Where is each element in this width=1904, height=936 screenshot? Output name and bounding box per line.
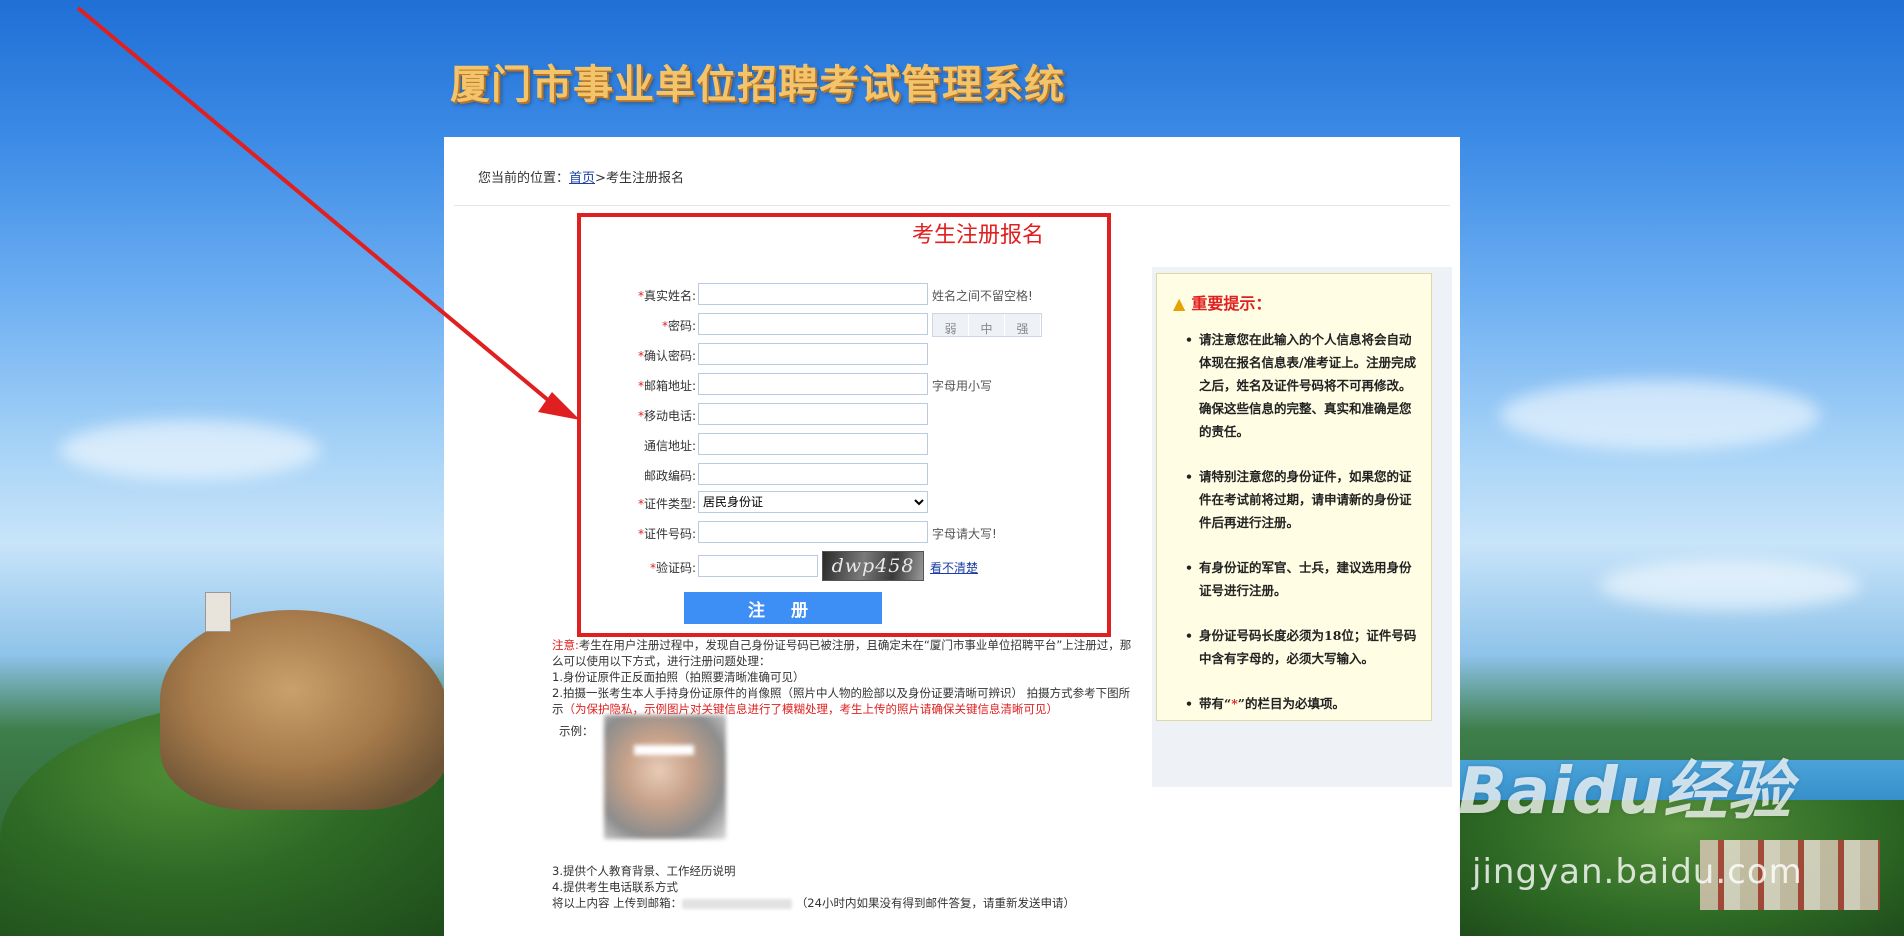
upload-suffix: （24小时内如果没有得到邮件答复，请重新发送申请） — [795, 896, 1075, 910]
postcode-label: 邮政编码: — [643, 469, 696, 483]
captcha-label: 验证码: — [655, 561, 696, 575]
mobile-input[interactable] — [698, 403, 928, 425]
tips-title: ▲ 重要提示： — [1173, 290, 1271, 314]
email-hint: 字母用小写 — [932, 379, 993, 393]
notes-intro: 考生在用户注册过程中，发现自己身份证号码已被注册，且确定未在“厦门市事业单位招聘… — [552, 638, 1132, 668]
notes-item-4: 4.提供考生电话联系方式 — [552, 880, 678, 894]
site-title: 厦门市事业单位招聘考试管理系统 — [450, 62, 1065, 108]
breadcrumb-separator: > — [595, 171, 606, 186]
email-input[interactable] — [698, 373, 928, 395]
strength-weak: 弱 — [933, 314, 969, 336]
background-cloud — [60, 420, 320, 480]
captcha-input[interactable] — [698, 555, 818, 577]
id-type-select[interactable]: 居民身份证 — [698, 491, 928, 513]
tip-item: 身份证号码长度必须为18位；证件号码中含有字母的，必须大写输入。 — [1185, 624, 1421, 670]
divider — [454, 205, 1450, 206]
id-type-label: 证件类型: — [643, 497, 696, 511]
email-label: 邮箱地址: — [643, 379, 696, 393]
tips-box: ▲ 重要提示： 请注意您在此输入的个人信息将会自动体现在报名信息表/准考证上。注册… — [1156, 273, 1432, 721]
background-rock — [160, 610, 450, 810]
address-input[interactable] — [698, 433, 928, 455]
breadcrumb-home-link[interactable]: 首页 — [569, 171, 595, 186]
name-input[interactable] — [698, 283, 928, 305]
password-confirm-input[interactable] — [698, 343, 928, 365]
tip-item: 请特别注意您的身份证件，如果您的证件在考试前将过期，请申请新的身份证件后再进行注… — [1185, 465, 1421, 534]
breadcrumb: 您当前的位置：首页>考生注册报名 — [478, 167, 684, 186]
notes-item-3: 3.提供个人教育背景、工作经历说明 — [552, 864, 736, 878]
notes-bottom: 3.提供个人教育背景、工作经历说明 4.提供考生电话联系方式 将以上内容 上传到… — [552, 863, 1152, 911]
background-tower — [205, 592, 231, 632]
password-confirm-label: 确认密码: — [643, 349, 696, 363]
strength-medium: 中 — [969, 314, 1005, 336]
tips-container: ▲ 重要提示： 请注意您在此输入的个人信息将会自动体现在报名信息表/准考证上。注册… — [1152, 267, 1452, 787]
id-number-label: 证件号码: — [643, 527, 696, 541]
notes-item-1: 1.身份证原件正反面拍照（拍照要清晰准确可见） — [552, 670, 805, 684]
tip-item: 请注意您在此输入的个人信息将会自动体现在报名信息表/准考证上。注册完成之后，姓名… — [1185, 328, 1421, 443]
name-hint: 姓名之间不留空格! — [932, 289, 1033, 303]
tips-list: 请注意您在此输入的个人信息将会自动体现在报名信息表/准考证上。注册完成之后，姓名… — [1185, 328, 1421, 737]
background-cloud — [1500, 380, 1820, 450]
upload-prefix: 将以上内容 上传到邮箱： — [552, 896, 683, 910]
masked-email — [682, 898, 793, 909]
strength-strong: 强 — [1005, 314, 1041, 336]
password-label: 密码: — [667, 319, 696, 333]
tip-item: 有身份证的军官、士兵，建议选用身份证号进行注册。 — [1185, 556, 1421, 602]
example-label: 示例： — [559, 724, 594, 738]
tip-item: 带有“*”的栏目为必填项。 — [1185, 692, 1421, 715]
tips-title-text: 重要提示： — [1191, 294, 1272, 313]
tip-last-suffix: ”的栏目为必填项。 — [1237, 696, 1345, 711]
background-cloud — [1600, 560, 1860, 610]
name-label: 真实姓名: — [643, 289, 696, 303]
notes-label: 注意: — [552, 638, 579, 652]
mobile-label: 移动电话: — [643, 409, 696, 423]
breadcrumb-prefix: 您当前的位置： — [478, 171, 570, 186]
password-strength-meter: 弱 中 强 — [932, 313, 1042, 337]
captcha-refresh-link[interactable]: 看不清楚 — [930, 559, 978, 576]
breadcrumb-current: 考生注册报名 — [605, 171, 684, 186]
captcha-image[interactable]: dwp458 — [822, 551, 924, 581]
notes-item-2-warning: （为保护隐私，示例图片对关键信息进行了模糊处理，考生上传的照片请确保关键信息清晰… — [563, 702, 1059, 716]
postcode-input[interactable] — [698, 463, 928, 485]
register-button[interactable]: 注 册 — [684, 592, 882, 624]
form-title: 考生注册报名 — [911, 223, 1044, 248]
example-photo — [604, 715, 726, 839]
id-number-input[interactable] — [698, 521, 928, 543]
address-label: 通信地址: — [643, 439, 696, 453]
notes-section: 注意:考生在用户注册过程中，发现自己身份证号码已被注册，且确定未在“厦门市事业单… — [552, 637, 1132, 717]
warning-icon: ▲ — [1173, 294, 1186, 313]
baidu-watermark: Baidu经验 — [1458, 755, 1792, 829]
baidu-watermark-url: jingyan.baidu.com — [1472, 852, 1803, 892]
tip-last-prefix: 带有“ — [1199, 696, 1232, 711]
password-input[interactable] — [698, 313, 928, 335]
id-number-hint: 字母请大写! — [932, 527, 997, 541]
main-panel: 您当前的位置：首页>考生注册报名 考生注册报名 *真实姓名: 姓名之间不留空格!… — [444, 137, 1460, 936]
